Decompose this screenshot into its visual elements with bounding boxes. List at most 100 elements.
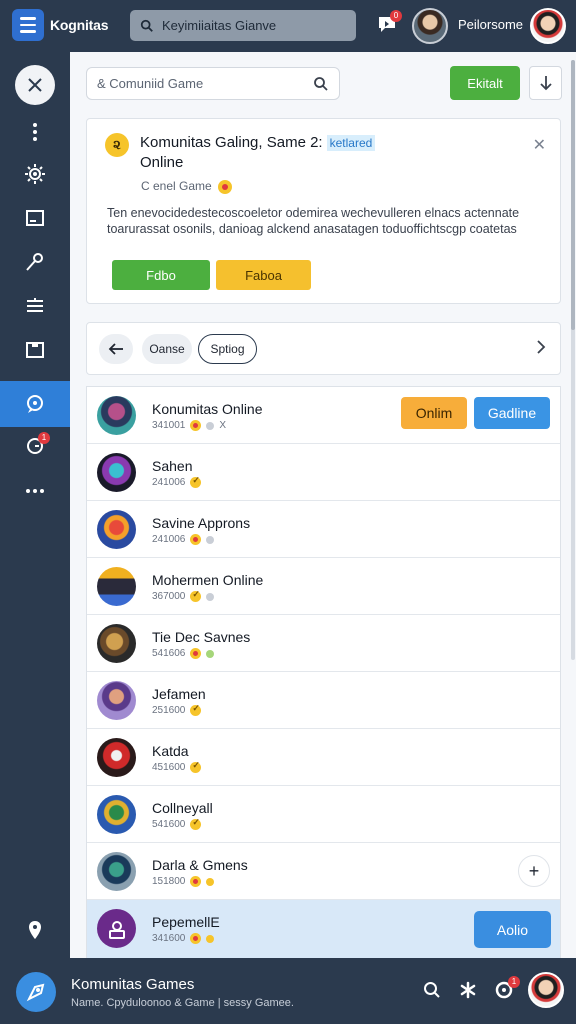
list-item[interactable]: Darla & Gmens 151800 +: [87, 843, 560, 900]
chevron-right-icon[interactable]: [536, 339, 546, 360]
card-subtitle-text: C enel Game: [141, 179, 212, 193]
list-item[interactable]: Konumitas Online 341001 X Onlim Gadline: [87, 387, 560, 444]
bottom-alert-badge: 1: [508, 976, 520, 988]
add-button[interactable]: +: [518, 855, 550, 887]
chat-icon[interactable]: [0, 381, 70, 427]
list-item[interactable]: Jefamen 251600: [87, 672, 560, 729]
community-card: ૨ Komunitas Galing, Same 2: ketlared Onli…: [86, 118, 561, 304]
profile-avatar[interactable]: [528, 972, 564, 1008]
card-title-text: Komunitas Galing, Same 2:: [140, 134, 323, 151]
status-dot: [206, 535, 215, 544]
top-search-input[interactable]: Keyimiiaitas Gianve: [130, 10, 356, 41]
bottom-title: Komunitas Games: [71, 976, 195, 993]
avatar[interactable]: [412, 8, 448, 44]
list-item-count: 241006: [152, 534, 186, 545]
top-search-placeholder: Keyimiiaitas Gianve: [162, 18, 277, 33]
key-icon[interactable]: [0, 240, 70, 284]
card-close-icon[interactable]: ✕: [533, 135, 546, 155]
close-icon[interactable]: [15, 65, 55, 105]
location-icon[interactable]: [0, 908, 70, 952]
search-icon: [140, 19, 153, 32]
list-item-name: Katda: [152, 743, 189, 759]
list-item-meta: 151800: [152, 876, 215, 887]
status-dot: [206, 649, 215, 658]
list-item[interactable]: Collneyall 541600: [87, 786, 560, 843]
community-logo-icon[interactable]: [16, 972, 56, 1012]
notification-icon[interactable]: 0: [376, 10, 402, 36]
filter-bar: Oanse Sptiog: [86, 322, 561, 375]
status-dot: [206, 934, 215, 943]
status-dot: [206, 877, 215, 886]
community-icon: ૨: [105, 133, 129, 157]
settings-icon[interactable]: [0, 152, 70, 196]
folder-icon[interactable]: [0, 328, 70, 372]
primary-button[interactable]: Fdbo: [112, 260, 210, 290]
filter-pill-2[interactable]: Sptiog: [198, 334, 257, 364]
list-item-count: 251600: [152, 705, 186, 716]
download-button[interactable]: [529, 66, 562, 100]
list-icon[interactable]: [0, 284, 70, 328]
list-item-name: Savine Approns: [152, 515, 251, 531]
search-icon[interactable]: [422, 980, 442, 1000]
avatar: [97, 624, 136, 663]
list-item-meta: 541600: [152, 817, 202, 830]
scrollbar[interactable]: [571, 60, 575, 660]
list-item[interactable]: Katda 451600: [87, 729, 560, 786]
back-arrow-icon[interactable]: [99, 334, 133, 364]
list-item[interactable]: Mohermen Online 367000: [87, 558, 560, 615]
card-description: Ten enevocidedestecoscoeletor odemirea w…: [107, 206, 520, 236]
avatar: [97, 852, 136, 891]
status-icon: [190, 876, 202, 887]
remove-icon[interactable]: X: [219, 420, 226, 431]
list-item-meta: 341600: [152, 933, 215, 944]
list-item-name: Collneyall: [152, 800, 213, 816]
avatar: [97, 567, 136, 606]
check-icon: [190, 475, 202, 488]
image-icon[interactable]: [0, 196, 70, 240]
secondary-button[interactable]: Faboa: [216, 260, 311, 290]
edit-button[interactable]: Ekitalt: [450, 66, 520, 100]
community-search-input[interactable]: & Comuniid Game: [86, 67, 340, 100]
list-item[interactable]: Sahen 241006: [87, 444, 560, 501]
alert-icon[interactable]: 1: [0, 424, 70, 468]
list-item-count: 451600: [152, 762, 186, 773]
list-item-meta: 451600: [152, 760, 202, 773]
action-button[interactable]: Aolio: [474, 911, 551, 948]
filter-pill-1[interactable]: Oanse: [142, 334, 192, 364]
list-item-meta: 341001 X: [152, 420, 226, 431]
list-item-count: 151800: [152, 876, 186, 887]
list-item-selected[interactable]: PepemellE 341600 Aolio: [87, 900, 560, 958]
avatar: [97, 909, 136, 948]
bottom-bar: Komunitas Games Name. Cpyduloonoo & Game…: [0, 958, 576, 1024]
scrollbar-thumb[interactable]: [571, 60, 575, 330]
hamburger-menu-icon[interactable]: [12, 9, 44, 41]
list-item-name: Jefamen: [152, 686, 206, 702]
list-item[interactable]: Tie Dec Savnes 541606: [87, 615, 560, 672]
username[interactable]: Peilorsome: [458, 17, 523, 32]
check-icon: [190, 760, 202, 773]
status-dot: [206, 421, 215, 430]
profile-avatar[interactable]: [530, 8, 566, 44]
list-item-meta: 241006: [152, 475, 202, 488]
list-item-count: 241006: [152, 477, 186, 488]
more-horizontal-icon[interactable]: [0, 469, 70, 513]
avatar: [97, 681, 136, 720]
card-tag: ketlared: [326, 135, 376, 151]
list-item-count: 341600: [152, 933, 186, 944]
status-icon: [217, 179, 232, 194]
community-search-placeholder: & Comuniid Game: [97, 76, 204, 91]
check-icon: [190, 817, 202, 830]
online-button[interactable]: Onlim: [401, 397, 467, 429]
list-item-name: Konumitas Online: [152, 401, 263, 417]
status-icon: [190, 933, 202, 944]
list-item-meta: 251600: [152, 703, 202, 716]
list-item-name: Tie Dec Savnes: [152, 629, 251, 645]
list-item-name: Darla & Gmens: [152, 857, 248, 873]
asterisk-icon[interactable]: [458, 980, 478, 1000]
list-item[interactable]: Savine Approns 241006: [87, 501, 560, 558]
gadline-button[interactable]: Gadline: [474, 397, 550, 429]
app-title: Kognitas: [50, 17, 109, 33]
status-icon: [190, 648, 202, 659]
more-vertical-icon[interactable]: [0, 110, 70, 154]
card-subtitle: C enel Game: [141, 179, 232, 194]
